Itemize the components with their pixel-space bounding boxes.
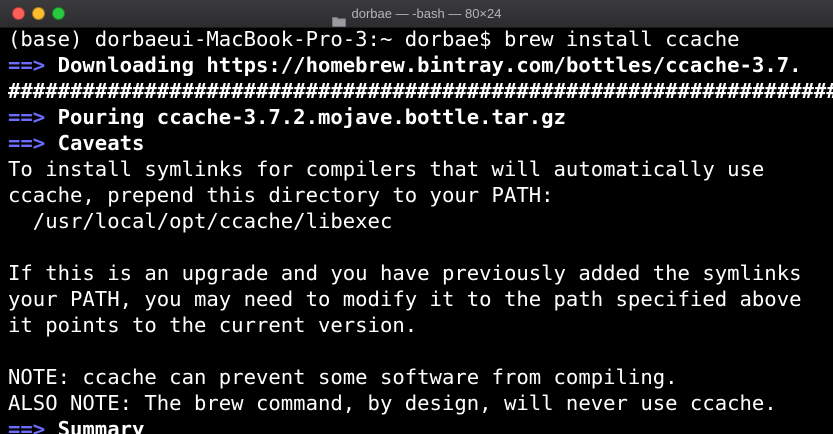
terminal-line-text: ccache, prepend this directory to your P… [8,183,554,207]
terminal-line-text: ALSO NOTE: The brew command, by design, … [8,391,777,415]
terminal-line: /usr/local/opt/ccache/libexec [8,208,833,234]
terminal-line: ==> Caveats [8,130,833,156]
window-title: dorbae — -bash — 80×24 [351,6,502,21]
terminal-line-text: your PATH, you may need to modify it to … [8,287,802,311]
terminal-output[interactable]: (base) dorbaeui-MacBook-Pro-3:~ dorbae$ … [8,26,833,434]
terminal-line-text: Pouring ccache-3.7.2.mojave.bottle.tar.g… [57,105,566,129]
terminal-line-text: Downloading https://homebrew.bintray.com… [57,53,802,77]
terminal-line: ########################################… [8,78,833,104]
terminal-line: To install symlinks for compilers that w… [8,156,833,182]
terminal-line: ALSO NOTE: The brew command, by design, … [8,390,833,416]
terminal-line-text: To install symlinks for compilers that w… [8,157,765,181]
terminal-line-text: Summary [57,417,145,434]
terminal-line: ==> Pouring ccache-3.7.2.mojave.bottle.t… [8,104,833,130]
arrow-prefix: ==> [8,417,46,434]
terminal-line-text: Caveats [57,131,145,155]
terminal-line: ==> Summary [8,416,833,434]
title-bar[interactable]: dorbae — -bash — 80×24 [0,0,833,28]
terminal-line: (base) dorbaeui-MacBook-Pro-3:~ dorbae$ … [8,26,833,52]
terminal-line-text: If this is an upgrade and you have previ… [8,261,802,285]
arrow-prefix: ==> [8,105,46,129]
window-title-group: dorbae — -bash — 80×24 [0,0,833,28]
terminal-line: NOTE: ccache can prevent some software f… [8,364,833,390]
terminal-line-text: NOTE: ccache can prevent some software f… [8,365,678,389]
terminal-line: If this is an upgrade and you have previ… [8,260,833,286]
terminal-line: ==> Downloading https://homebrew.bintray… [8,52,833,78]
progress-hashes: ########################################… [8,79,833,103]
arrow-prefix: ==> [8,53,46,77]
terminal-line: your PATH, you may need to modify it to … [8,286,833,312]
terminal-line: ccache, prepend this directory to your P… [8,182,833,208]
terminal-line-text: it points to the current version. [8,313,418,337]
terminal-line-text: /usr/local/opt/ccache/libexec [8,209,393,233]
terminal-line: it points to the current version. [8,312,833,338]
terminal-window: dorbae — -bash — 80×24 (base) dorbaeui-M… [0,0,833,434]
arrow-prefix: ==> [8,131,46,155]
terminal-line-text: (base) dorbaeui-MacBook-Pro-3:~ dorbae$ … [8,27,740,51]
folder-icon [331,9,346,27]
